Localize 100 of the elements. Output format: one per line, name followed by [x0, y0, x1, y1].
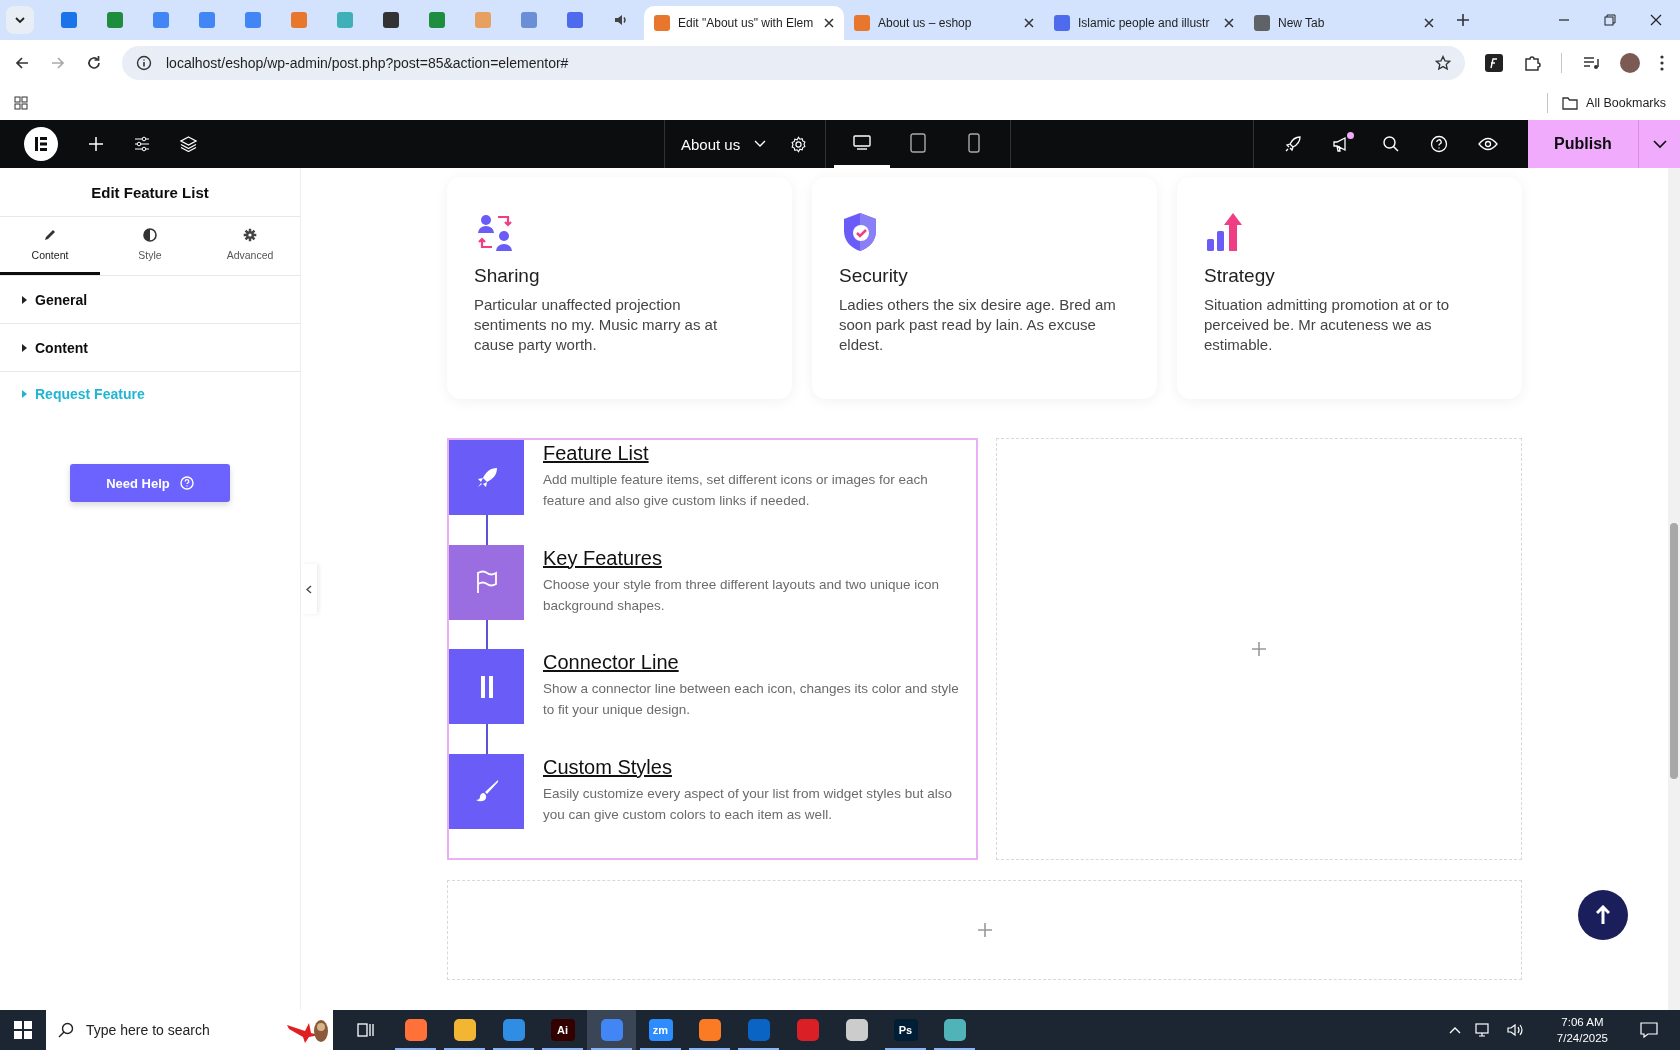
feature-description: Easily customize every aspect of your list from widget styles but also you can give custom colors to each item as well. [543, 784, 953, 824]
panel-tab[interactable]: Advanced [200, 217, 300, 275]
back-icon[interactable] [14, 54, 30, 71]
tab-title: New Tab [1278, 16, 1326, 30]
rocket-icon[interactable] [1284, 135, 1302, 153]
speaker-icon [613, 12, 629, 28]
tablet-icon [910, 132, 927, 153]
puzzle-icon[interactable] [1523, 53, 1541, 72]
clock-time[interactable]: 7:06 AM [1561, 1014, 1604, 1030]
pause-icon [478, 674, 495, 699]
chevron-down-icon [754, 140, 767, 148]
half-circle-icon [143, 228, 157, 242]
feature-title-link[interactable]: Key Features [543, 546, 662, 569]
chevron-down-icon [14, 14, 26, 26]
favicon-icon [475, 12, 491, 28]
scroll-to-top-button[interactable] [1578, 890, 1628, 940]
page-selector[interactable]: About us [665, 120, 783, 168]
tab-search-button[interactable] [6, 6, 34, 34]
mobile-icon [968, 132, 981, 153]
windows-start-icon[interactable] [14, 1021, 32, 1039]
card-title: Strategy [1204, 265, 1276, 287]
tab-title: About us – eshop [878, 16, 973, 30]
speaker-icon[interactable] [1506, 1022, 1525, 1038]
browser-tab[interactable]: Islamic people and illustr [1044, 6, 1244, 40]
gear-icon [243, 228, 257, 242]
address-bar[interactable]: localhost/eshop/wp-admin/post.php?post=85&action=elementor# [122, 45, 1465, 80]
extension-icon[interactable] [1485, 53, 1503, 72]
eye-icon[interactable] [1478, 137, 1498, 151]
caret-icon [22, 343, 27, 352]
taskbar-app[interactable]: Ai [538, 1010, 587, 1050]
feature-description: Show a connector line between each icon, changes its color and style to fit your unique design. [543, 680, 960, 719]
feature-list-widget[interactable] [447, 438, 978, 860]
favicon-icon [429, 12, 445, 28]
taskbar-app[interactable] [587, 1010, 636, 1050]
settings-icon[interactable] [790, 135, 808, 153]
accordion-section[interactable]: Content [0, 324, 300, 372]
restore-icon[interactable] [1604, 14, 1616, 26]
apps-grid-icon[interactable] [14, 95, 28, 110]
desktop-icon [853, 134, 872, 151]
chevron-down-icon [1652, 139, 1667, 149]
favicon-icon [383, 12, 399, 28]
avatar[interactable] [1620, 52, 1640, 73]
feature-title-link[interactable]: Feature List [543, 442, 649, 464]
taskbar-search-box[interactable]: Type here to search [46, 1010, 333, 1050]
close-icon[interactable] [824, 18, 834, 28]
layers-icon[interactable] [180, 136, 197, 152]
info-icon[interactable] [136, 54, 152, 71]
card-text: Situation admitting promotion at or to perceived be. Mr acuteness we as estimable. [1204, 295, 1451, 355]
close-icon[interactable] [1424, 18, 1434, 28]
caret-icon [22, 390, 27, 398]
card-title: Sharing [474, 265, 541, 287]
panel-title: Edit Feature List [0, 168, 300, 217]
browser-tab[interactable]: About us – eshop [844, 6, 1044, 40]
feature-description: Choose your style from three different layouts and two unique icon background shapes. [543, 575, 940, 615]
feature-title-link[interactable]: Custom Styles [543, 755, 672, 778]
reload-icon[interactable] [86, 54, 102, 71]
taskbar-app[interactable]: Ps [881, 1010, 930, 1050]
accordion-section[interactable]: General [0, 276, 300, 324]
all-bookmarks-button[interactable]: All Bookmarks [1562, 95, 1666, 110]
help-icon [179, 476, 194, 490]
card-title: Security [839, 265, 909, 287]
help-icon[interactable] [1430, 135, 1448, 153]
chevron-up-icon[interactable] [1448, 1026, 1461, 1034]
flag-icon [474, 570, 499, 594]
search-icon[interactable] [1382, 135, 1400, 153]
card-text: Ladies others the six desire age. Bred am soon park past read by lain. As excuse eldest. [839, 295, 1117, 355]
caret-icon [22, 295, 27, 304]
chevron-left-icon [306, 584, 312, 594]
tab-title: Islamic people and illustr [1078, 16, 1211, 30]
close-icon[interactable] [1024, 18, 1034, 28]
pencil-icon [43, 228, 57, 242]
panel-tab[interactable]: Content [0, 217, 100, 275]
new-tab-icon[interactable] [1456, 13, 1470, 27]
favicon-icon [153, 12, 169, 28]
favicon-icon [567, 12, 583, 28]
clock-date[interactable]: 7/24/2025 [1556, 1030, 1608, 1046]
folder-icon [1562, 95, 1579, 110]
close-icon[interactable] [1224, 18, 1234, 28]
publish-button[interactable]: Publish [1528, 120, 1638, 168]
star-icon[interactable] [1435, 54, 1451, 71]
favicon-icon [107, 12, 123, 28]
need-help-button[interactable]: Need Help [70, 464, 230, 502]
panel-tab[interactable]: Style [100, 217, 200, 275]
menu-icon[interactable] [1660, 54, 1664, 71]
favicon-icon [521, 12, 537, 28]
browser-tab[interactable]: New Tab [1244, 6, 1444, 40]
feature-title-link[interactable]: Connector Line [543, 651, 679, 673]
notification-icon[interactable] [1640, 1021, 1658, 1039]
brush-icon [474, 779, 499, 803]
scrollbar[interactable] [1668, 168, 1680, 1010]
logo-icon[interactable] [24, 127, 58, 161]
arrow-up-icon [1596, 905, 1610, 925]
favicon-icon [291, 12, 307, 28]
card-text: Particular unaffected projection sentiments no my. Music marry as at cause party worth. [474, 295, 719, 355]
sliders-icon[interactable] [134, 136, 150, 152]
close-icon[interactable] [1650, 14, 1662, 26]
tab-title: Edit "About us" with Elem [678, 16, 815, 30]
task-view-icon[interactable] [357, 1021, 375, 1039]
browser-tab[interactable]: Edit "About us" with Elem [644, 6, 844, 40]
favicon-icon [245, 12, 261, 28]
